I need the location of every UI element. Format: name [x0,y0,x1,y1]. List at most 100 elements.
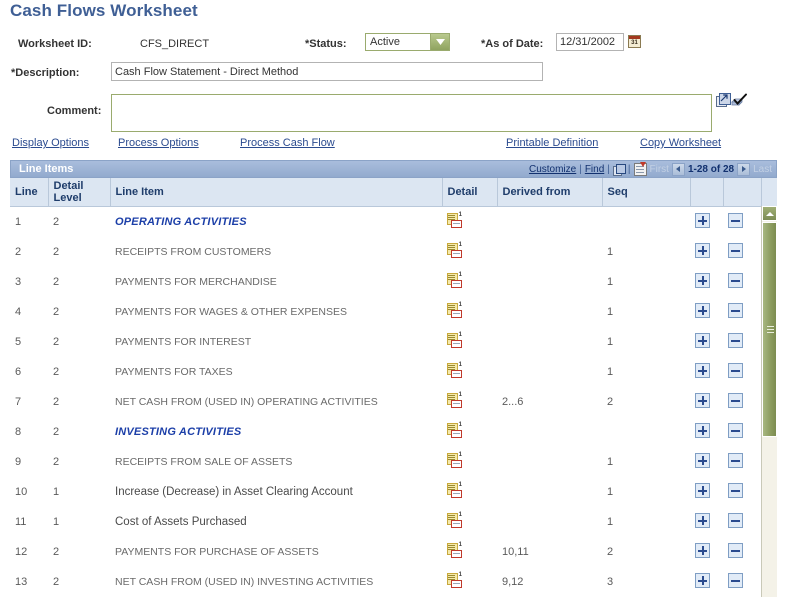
next-page-icon[interactable] [737,163,751,176]
cell-line: 7 [15,396,22,408]
detail-icon[interactable]: 1 [447,302,462,318]
previous-page-icon[interactable] [671,163,685,176]
add-row-icon[interactable] [695,513,710,528]
download-grid-icon[interactable] [633,162,647,176]
add-row-icon[interactable] [695,423,710,438]
detail-icon[interactable]: 1 [447,362,462,378]
cell-line-item: PAYMENTS FOR TAXES [115,366,233,378]
delete-row-icon[interactable] [728,333,743,348]
cell-line-item: RECEIPTS FROM SALE OF ASSETS [115,456,293,468]
cell-derived-from [497,327,602,357]
detail-icon[interactable]: 1 [447,512,462,528]
cell-delete [723,447,761,477]
detail-icon[interactable]: 1 [447,482,462,498]
customize-link[interactable]: Customize [529,164,576,175]
cell-delete [723,207,761,238]
comment-textarea[interactable] [111,94,712,132]
column-header-line-item[interactable]: Line Item [110,178,443,207]
grid-scrollbar[interactable] [761,206,777,597]
detail-icon[interactable]: 1 [447,332,462,348]
cell-add [690,447,723,477]
description-input[interactable] [111,62,543,81]
scroll-up-icon[interactable] [762,206,777,221]
cell-derived-from: 10,11 [502,546,529,558]
column-header-line[interactable]: Line [10,178,49,207]
column-header-derived-from[interactable]: Derived from [497,178,603,207]
delete-row-icon[interactable] [728,483,743,498]
detail-icon[interactable]: 1 [447,542,462,558]
cell-line: 2 [15,246,22,258]
detail-icon[interactable]: 1 [447,452,462,468]
add-row-icon[interactable] [695,543,710,558]
column-header-detail-level[interactable]: Detail Level [48,178,111,207]
delete-row-icon[interactable] [728,393,743,408]
detail-icon[interactable]: 1 [447,212,462,228]
cell-delete [723,387,761,417]
link-process-cash-flow[interactable]: Process Cash Flow [240,137,335,149]
description-label: *Description: [11,67,80,79]
calendar-icon[interactable]: 31 [628,35,641,48]
column-header-seq[interactable]: Seq [602,178,691,207]
detail-icon[interactable]: 1 [447,392,462,408]
last-label[interactable]: Last [753,164,772,175]
link-display-options[interactable]: Display Options [12,137,89,149]
delete-row-icon[interactable] [728,423,743,438]
view-all-icon[interactable] [612,164,626,176]
cell-detail-level: 2 [53,306,60,318]
cell-detail-level: 1 [53,516,60,528]
cell-derived-from: 9,12 [502,576,524,588]
detail-icon[interactable]: 1 [447,572,462,588]
first-label[interactable]: First [650,164,669,175]
cell-derived-from [497,237,602,267]
delete-row-icon[interactable] [728,213,743,228]
detail-icon[interactable]: 1 [447,422,462,438]
scrollbar-thumb[interactable] [762,222,777,437]
add-row-icon[interactable] [695,393,710,408]
cell-add [690,267,723,297]
add-row-icon[interactable] [695,483,710,498]
add-row-icon[interactable] [695,243,710,258]
delete-row-icon[interactable] [728,453,743,468]
nav-separator-2: | [607,164,610,175]
add-row-icon[interactable] [695,213,710,228]
link-process-options[interactable]: Process Options [118,137,199,149]
delete-row-icon[interactable] [728,363,743,378]
delete-row-icon[interactable] [728,303,743,318]
find-link[interactable]: Find [585,164,604,175]
add-row-icon[interactable] [695,573,710,588]
table-row: 10 1 Increase (Decrease) in Asset Clearing… [10,477,777,507]
cell-derived-from [497,357,602,387]
add-row-icon[interactable] [695,333,710,348]
delete-row-icon[interactable] [728,273,743,288]
add-row-icon[interactable] [695,453,710,468]
delete-row-icon[interactable] [728,243,743,258]
grid-body: Line Detail Level Line Item Detail Deriv… [10,178,777,597]
status-label: *Status: [305,38,347,50]
delete-row-icon[interactable] [728,543,743,558]
detail-icon[interactable]: 1 [447,242,462,258]
detail-icon[interactable]: 1 [447,272,462,288]
delete-row-icon[interactable] [728,573,743,588]
table-row: 1 2 OPERATING ACTIVITIES 1 [10,207,777,238]
cell-line: 13 [15,576,28,588]
cell-line-item: PAYMENTS FOR PURCHASE OF ASSETS [115,546,319,558]
cell-line: 3 [15,276,22,288]
line-items-grid: Line Items Customize | Find | | First 1-… [10,160,777,597]
expand-comment-icon[interactable] [716,93,731,107]
add-row-icon[interactable] [695,303,710,318]
add-row-icon[interactable] [695,363,710,378]
table-row: 2 2 RECEIPTS FROM CUSTOMERS 1 1 [10,237,777,267]
cell-seq: 1 [607,486,614,498]
cell-add [690,417,723,447]
chevron-down-icon[interactable] [430,34,449,50]
add-row-icon[interactable] [695,273,710,288]
column-header-detail[interactable]: Detail [442,178,498,207]
delete-row-icon[interactable] [728,513,743,528]
cell-line: 12 [15,546,28,558]
status-select[interactable]: Active [365,33,450,51]
link-printable-definition[interactable]: Printable Definition [506,137,598,149]
as-of-date-input[interactable] [556,33,624,51]
link-copy-worksheet[interactable]: Copy Worksheet [640,137,721,149]
spellcheck-icon[interactable] [731,93,748,107]
grid-title-label: Line Items [19,163,74,175]
